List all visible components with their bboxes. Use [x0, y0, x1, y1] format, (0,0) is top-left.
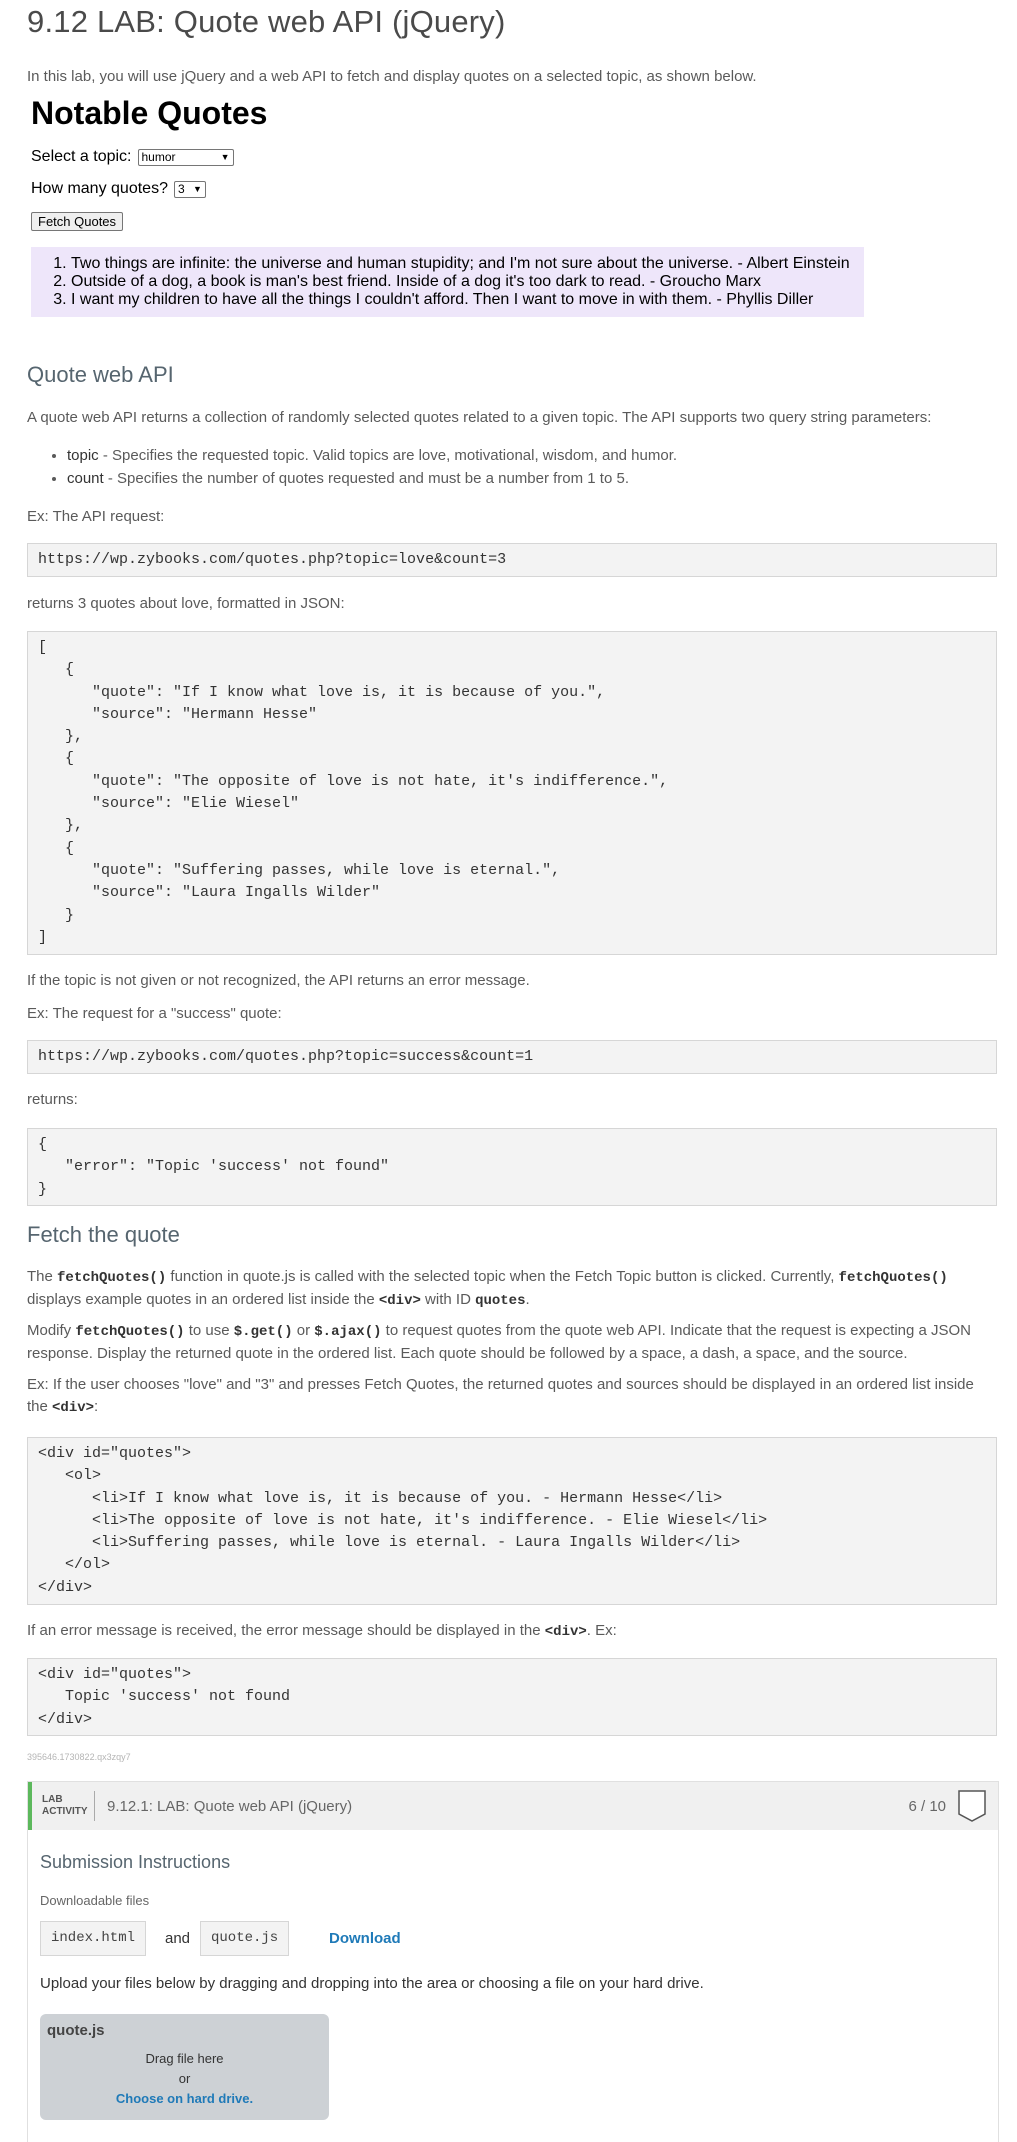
param-name: topic: [67, 447, 99, 464]
page: 9.12 LAB: Quote web API (jQuery) In this…: [0, 0, 1017, 2142]
downloadable-files-label: Downloadable files: [40, 1893, 150, 1908]
request2-url: https://wp.zybooks.com/quotes.php?topic=…: [38, 1048, 534, 1065]
submission-instructions-title: Submission Instructions: [40, 1852, 231, 1872]
quote-item: I want my children to have all the thing…: [71, 291, 864, 309]
fetch-paragraph-3: Ex: If the user chooses "love" and "3" a…: [27, 1374, 997, 1419]
header-divider: [94, 1791, 95, 1821]
inline-code: $.get(): [233, 1324, 293, 1340]
text-span: Ex: If the user chooses "love" and "3" a…: [27, 1376, 974, 1415]
tracking-id: 395646.1730822.qx3zqy7: [27, 1752, 131, 1762]
param-desc: - Specifies the requested topic. Valid t…: [98, 447, 678, 464]
inline-code: <div>: [52, 1400, 95, 1416]
lab-activity-badge: LAB ACTIVITY: [32, 1794, 88, 1818]
file-quote-js: quote.js: [200, 1921, 290, 1956]
inline-code: <div>: [544, 1624, 587, 1640]
text-span: displays example quotes in an ordered li…: [27, 1291, 379, 1308]
code-block-json2: { "error": "Topic 'success' not found" }: [27, 1128, 997, 1206]
quote-item: Two things are infinite: the universe an…: [71, 255, 864, 273]
text-span: with ID: [420, 1291, 476, 1308]
code-block-html1: <div id="quotes"> <ol> <li>If I know wha…: [27, 1437, 997, 1605]
html-error-example: <div id="quotes"> Topic 'success' not fo…: [38, 1666, 291, 1728]
text-span: The: [27, 1268, 58, 1285]
fetch-section-heading: Fetch the quote: [27, 1222, 180, 1247]
text-span: to use: [184, 1322, 234, 1339]
returns1-text: returns 3 quotes about love, formatted i…: [27, 595, 345, 612]
param-name: count: [67, 470, 104, 487]
completion-shield-icon: [958, 1790, 986, 1822]
example2-label: Ex: The request for a "success" quote:: [27, 1005, 282, 1022]
upload-instructions: Upload your files below by dragging and …: [40, 1975, 704, 1992]
drag-file-text: Drag file here: [145, 2051, 224, 2066]
or-text: or: [178, 2071, 191, 2086]
json-response-love: [ { "quote": "If I know what love is, it…: [38, 639, 669, 946]
quotes-list: Two things are infinite: the universe an…: [31, 255, 864, 309]
fetch-paragraph-4: If an error message is received, the err…: [27, 1620, 617, 1643]
badge-line: LAB: [42, 1794, 63, 1805]
topic-row: Select a topic: humor ▼: [31, 148, 891, 166]
file-dropzone[interactable]: quote.js Drag file here or Choose on har…: [40, 2014, 329, 2120]
param-item-topic: topic - Specifies the requested topic. V…: [67, 444, 677, 467]
text-span: function in quote.js is called with the …: [166, 1268, 839, 1285]
lab-activity: LAB ACTIVITY 9.12.1: LAB: Quote web API …: [27, 1781, 999, 2142]
inline-code: fetchQuotes(): [75, 1324, 185, 1340]
fetch-paragraph-2: Modify fetchQuotes() to use $.get() or $…: [27, 1320, 997, 1365]
fetch-paragraph-1: The fetchQuotes() function in quote.js i…: [27, 1266, 997, 1312]
choose-file-link[interactable]: Choose on hard drive.: [40, 2091, 329, 2106]
badge-line: ACTIVITY: [42, 1806, 88, 1817]
fetch-row: Fetch Quotes: [31, 212, 891, 231]
page-title: 9.12 LAB: Quote web API (jQuery): [27, 4, 506, 39]
code-block-request2: https://wp.zybooks.com/quotes.php?topic=…: [27, 1040, 997, 1074]
param-item-count: count - Specifies the number of quotes r…: [67, 467, 677, 490]
count-row: How many quotes? 3 ▼: [31, 180, 891, 198]
count-select[interactable]: 3 ▼: [173, 180, 206, 198]
fetch-quotes-button[interactable]: Fetch Quotes: [31, 212, 124, 231]
html-output-example: <div id="quotes"> <ol> <li>If I know wha…: [38, 1445, 768, 1596]
quote-item: Outside of a dog, a book is man's best f…: [71, 273, 864, 291]
and-text: and: [165, 1930, 191, 1947]
file-index-html: index.html: [40, 1921, 147, 1956]
download-link[interactable]: Download: [329, 1930, 401, 1947]
intro-text: In this lab, you will use jQuery and a w…: [27, 68, 757, 85]
demo-heading: Notable Quotes: [31, 95, 268, 131]
dropdown-arrow-icon: ▼: [220, 152, 230, 162]
topic-select-value: humor: [141, 150, 176, 164]
inline-code: fetchQuotes(): [838, 1270, 948, 1286]
param-desc: - Specifies the number of quotes request…: [103, 470, 629, 487]
inline-code: fetchQuotes(): [57, 1270, 167, 1286]
count-label: How many quotes?: [31, 180, 168, 197]
error-description: If the topic is not given or not recogni…: [27, 972, 530, 989]
api-description: A quote web API returns a collection of …: [27, 409, 932, 426]
code-block-html2: <div id="quotes"> Topic 'success' not fo…: [27, 1658, 997, 1736]
inline-code: quotes: [475, 1293, 526, 1309]
text-span: Modify: [27, 1322, 76, 1339]
quotes-output: Two things are infinite: the universe an…: [31, 247, 864, 317]
count-select-value: 3: [177, 182, 185, 196]
lab-score: 6 / 10: [908, 1797, 946, 1815]
lab-activity-title: 9.12.1: LAB: Quote web API (jQuery): [107, 1797, 353, 1815]
topic-label: Select a topic:: [31, 148, 132, 165]
json-response-error: { "error": "Topic 'success' not found" }: [38, 1136, 390, 1198]
param-list: topic - Specifies the requested topic. V…: [27, 444, 677, 490]
text-span: If an error message is received, the err…: [27, 1622, 545, 1639]
code-block-request1: https://wp.zybooks.com/quotes.php?topic=…: [27, 543, 997, 577]
api-section-heading: Quote web API: [27, 362, 174, 387]
example1-label: Ex: The API request:: [27, 508, 165, 525]
returns2-text: returns:: [27, 1091, 78, 1108]
demo-app: Notable Quotes Select a topic: humor ▼ H…: [31, 95, 891, 317]
lab-activity-header: LAB ACTIVITY 9.12.1: LAB: Quote web API …: [28, 1782, 998, 1830]
dropzone-file-name: quote.js: [47, 2022, 105, 2039]
text-span: .: [525, 1291, 530, 1308]
dropdown-arrow-icon: ▼: [193, 184, 202, 194]
text-span: . Ex:: [586, 1622, 617, 1639]
text-span: or: [292, 1322, 315, 1339]
topic-select[interactable]: humor ▼: [137, 148, 234, 166]
code-block-json1: [ { "quote": "If I know what love is, it…: [27, 631, 997, 955]
inline-code: <div>: [378, 1293, 421, 1309]
inline-code: $.ajax(): [314, 1324, 382, 1340]
request1-url: https://wp.zybooks.com/quotes.php?topic=…: [38, 551, 507, 568]
text-span: :: [94, 1398, 99, 1415]
